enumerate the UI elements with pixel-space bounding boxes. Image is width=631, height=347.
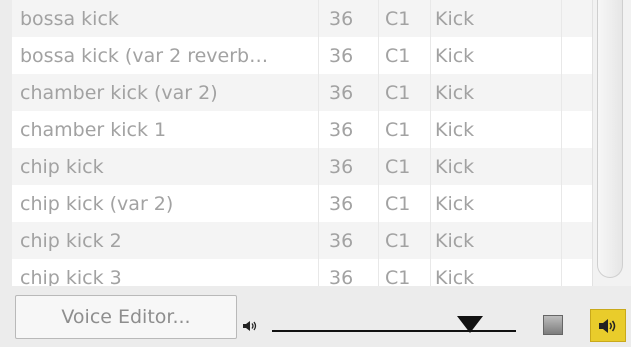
vertical-scrollbar[interactable] <box>592 0 631 286</box>
stop-icon <box>543 315 563 335</box>
voice-editor-button[interactable]: Voice Editor... <box>15 295 237 339</box>
extra-column-cell <box>561 222 592 259</box>
midi-number: 36 <box>318 222 378 259</box>
midi-number: 36 <box>318 37 378 74</box>
speaker-small-icon <box>243 321 257 331</box>
extra-column-cell <box>561 37 592 74</box>
category: Kick <box>430 148 561 185</box>
note-name: C1 <box>378 37 430 74</box>
category: Kick <box>430 0 561 37</box>
drum-list-table: bossa kick 36 C1 Kick bossa kick (var 2 … <box>12 0 631 286</box>
note-name: C1 <box>378 185 430 222</box>
category: Kick <box>430 259 561 286</box>
category: Kick <box>430 222 561 259</box>
table-row[interactable]: chip kick 36 C1 Kick <box>12 148 592 185</box>
extra-column-cell <box>561 111 592 148</box>
note-name: C1 <box>378 148 430 185</box>
table-row[interactable]: bossa kick (var 2 reverb… 36 C1 Kick <box>12 37 592 74</box>
table-row[interactable]: chip kick 3 36 C1 Kick <box>12 259 592 286</box>
speaker-button[interactable] <box>590 309 626 342</box>
stop-button[interactable] <box>536 308 570 342</box>
bottom-toolbar: Voice Editor... <box>0 286 631 347</box>
table-row[interactable]: chip kick 2 36 C1 Kick <box>12 222 592 259</box>
midi-number: 36 <box>318 259 378 286</box>
table-row[interactable]: chamber kick (var 2) 36 C1 Kick <box>12 74 592 111</box>
drum-name: chamber kick 1 <box>20 118 167 141</box>
table-row[interactable]: chamber kick 1 36 C1 Kick <box>12 111 592 148</box>
category: Kick <box>430 74 561 111</box>
note-name: C1 <box>378 222 430 259</box>
midi-number: 36 <box>318 74 378 111</box>
table-row[interactable]: chip kick (var 2) 36 C1 Kick <box>12 185 592 222</box>
category: Kick <box>430 111 561 148</box>
category: Kick <box>430 37 561 74</box>
midi-number: 36 <box>318 0 378 37</box>
note-name: C1 <box>378 0 430 37</box>
volume-slider-thumb[interactable] <box>455 314 485 334</box>
drum-name: bossa kick <box>20 7 119 30</box>
extra-column-cell <box>561 148 592 185</box>
drum-name: chip kick 2 <box>20 229 122 252</box>
drum-name: chip kick <box>20 155 104 178</box>
note-name: C1 <box>378 259 430 286</box>
drum-name: bossa kick (var 2 reverb… <box>20 44 269 67</box>
scrollbar-thumb[interactable] <box>597 0 623 278</box>
category: Kick <box>430 185 561 222</box>
table-row[interactable]: bossa kick 36 C1 Kick <box>12 0 592 37</box>
extra-column-cell <box>561 0 592 37</box>
drum-name: chip kick 3 <box>20 266 122 287</box>
midi-number: 36 <box>318 185 378 222</box>
note-name: C1 <box>378 111 430 148</box>
midi-number: 36 <box>318 148 378 185</box>
drum-name: chip kick (var 2) <box>20 192 174 215</box>
extra-column-cell <box>561 259 592 286</box>
extra-column-cell <box>561 74 592 111</box>
drum-name: chamber kick (var 2) <box>20 81 218 104</box>
speaker-icon <box>599 318 616 333</box>
midi-number: 36 <box>318 111 378 148</box>
extra-column-cell <box>561 185 592 222</box>
note-name: C1 <box>378 74 430 111</box>
